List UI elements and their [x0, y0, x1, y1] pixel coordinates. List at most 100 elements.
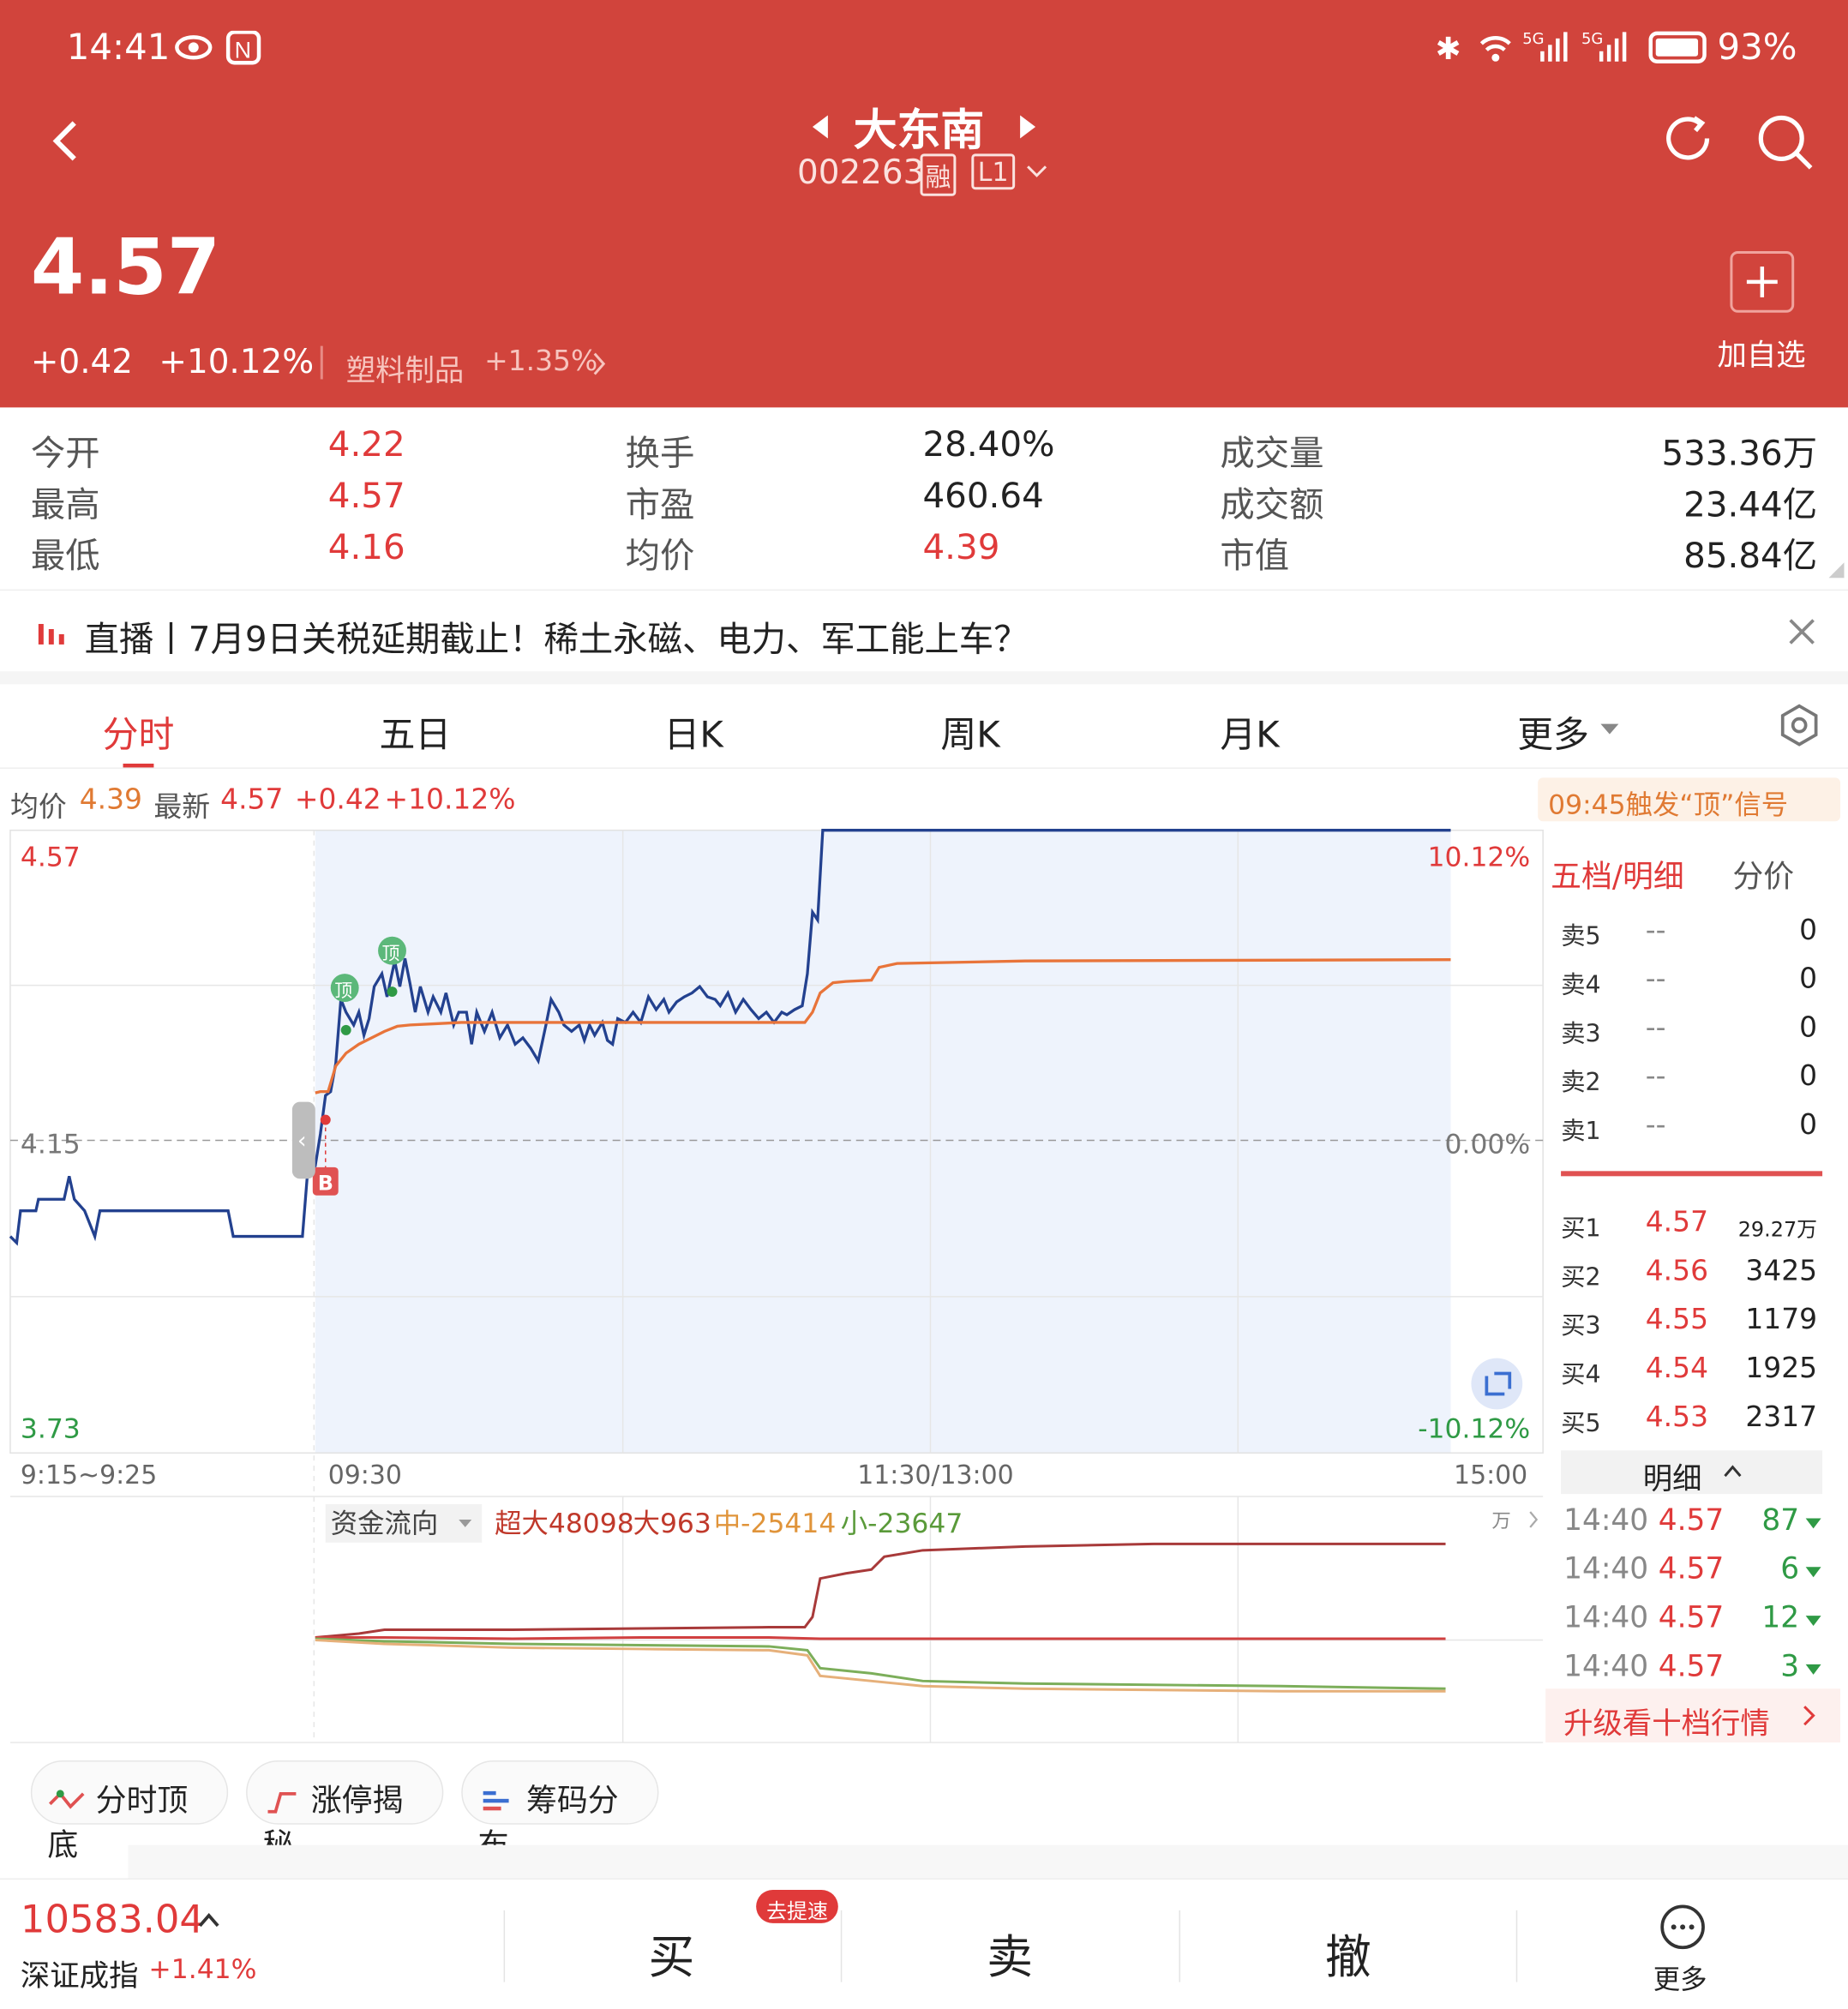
upgrade-banner[interactable]: 升级看十档行情 [1545, 1688, 1841, 1743]
chip-limit-up[interactable]: 涨停揭秘 [246, 1760, 444, 1863]
sell-level: 卖3 [1561, 1019, 1601, 1048]
bottom-trade-bar: 10583.04 深证成指 +1.41% 买 去提速 卖 撤 更多 [0, 1878, 1848, 2009]
caret-down-icon[interactable] [1599, 723, 1620, 735]
chip-chip-distribution[interactable]: 筹码分布 [461, 1760, 659, 1863]
sector-name[interactable]: 塑料制品 [346, 346, 465, 390]
sell-volume: 0 [1799, 1011, 1818, 1045]
chart-tabs: 分时 五日 日K 周K 月K 更多 [0, 684, 1848, 769]
buy-level: 买1 [1561, 1214, 1601, 1244]
index-name[interactable]: 深证成指 [21, 1952, 139, 1995]
buy-row[interactable]: 买5 4.53 2317 [1551, 1394, 1833, 1442]
chart-fill-area [315, 830, 1451, 1454]
high-value: 4.57 [327, 477, 405, 517]
index-value[interactable]: 10583.04 [21, 1898, 204, 1942]
flow-selector[interactable]: 资金流向 [331, 1508, 439, 1539]
pct-axis-top: 10.12% [1428, 843, 1531, 873]
add-watchlist-label[interactable]: 加自选 [1717, 331, 1805, 375]
news-text[interactable]: 直播丨7月9日关税延期截止！稀土永磁、电力、军工能上车？ [85, 611, 1029, 661]
chevron-right-icon[interactable] [592, 351, 608, 377]
add-watchlist-button[interactable] [1730, 251, 1795, 313]
close-icon[interactable] [1786, 616, 1817, 647]
tab-more[interactable]: 更多 [1517, 707, 1589, 759]
tab-price-dist[interactable]: 分价 [1732, 851, 1794, 896]
news-banner[interactable]: 直播丨7月9日关税延期截止！稀土永磁、电力、军工能上车？ [0, 589, 1848, 675]
prev-stock-icon[interactable] [810, 113, 831, 141]
trade-time: 14:40 [1563, 1601, 1649, 1635]
open-value: 4.22 [327, 425, 405, 465]
sell-row[interactable]: 卖1 -- 0 [1551, 1102, 1833, 1151]
low-value: 4.16 [327, 527, 405, 568]
trade-time: 14:40 [1563, 1504, 1649, 1538]
svg-text:‹: ‹ [297, 1127, 307, 1154]
buy-level: 买3 [1561, 1311, 1601, 1340]
trade-volume: 6 [1780, 1552, 1800, 1586]
battery-level: 93% [1717, 25, 1797, 69]
sell-button[interactable]: 卖 [987, 1921, 1033, 1988]
buy-row[interactable]: 买1 4.57 29.27万 [1551, 1199, 1833, 1248]
buy-volume: 1925 [1745, 1352, 1818, 1385]
price-axis-mid: 4.15 [21, 1129, 81, 1160]
time-label-noon: 11:30/13:00 [857, 1460, 1013, 1490]
sell-side-icon [1805, 1518, 1821, 1529]
avg-label: 均价 [625, 537, 695, 577]
sell-price: -- [1645, 963, 1666, 996]
cancel-button[interactable]: 撤 [1325, 1921, 1371, 1988]
sell-row[interactable]: 卖3 -- 0 [1551, 1004, 1833, 1053]
trade-price: 4.57 [1658, 1504, 1725, 1538]
chevron-down-icon[interactable] [1025, 164, 1048, 179]
buy-row[interactable]: 买4 4.54 1925 [1551, 1346, 1833, 1394]
speedup-badge[interactable]: 去提速 [756, 1889, 838, 1923]
top-marker-2[interactable]: 顶 [382, 944, 400, 964]
sector-pct[interactable]: +1.35% [484, 346, 597, 378]
amount-value: 23.44亿 [1683, 485, 1818, 525]
buy-volume: 3425 [1745, 1256, 1818, 1288]
flow-super-line [315, 1542, 1446, 1639]
detail-header[interactable]: 明细 [1561, 1450, 1823, 1496]
order-book: 五档/明细 分价 卖5 -- 0 卖4 -- 0 卖3 -- 0 卖2 -- 0 卖1 -- 0 买1 4.5… [1545, 833, 1841, 1743]
amount-label: 成交额 [1220, 485, 1324, 525]
svg-text:5G: 5G [1522, 30, 1544, 48]
chip-intraday-top-bottom[interactable]: 分时顶底 [30, 1760, 229, 1863]
tab-weekly-k[interactable]: 周K [940, 707, 999, 759]
tab-monthly-k[interactable]: 月K [1220, 707, 1279, 759]
volume-label: 成交量 [1220, 434, 1324, 475]
tab-order-book[interactable]: 五档/明细 [1551, 851, 1684, 896]
top-marker-1[interactable]: 顶 [334, 981, 352, 1001]
sell-side-icon [1805, 1567, 1821, 1578]
sell-row[interactable]: 卖5 -- 0 [1551, 907, 1833, 956]
next-stock-icon[interactable] [1017, 113, 1038, 141]
time-label-open: 09:30 [328, 1460, 402, 1490]
chevron-right-icon[interactable] [1802, 1704, 1817, 1727]
sell-row[interactable]: 卖2 -- 0 [1551, 1053, 1833, 1102]
stock-name: 大东南 [853, 105, 985, 157]
chevron-up-icon[interactable] [1722, 1463, 1743, 1478]
buy-marker-label[interactable]: B [318, 1172, 333, 1196]
sell-row[interactable]: 卖4 -- 0 [1551, 956, 1833, 1004]
limit-up-icon [267, 1791, 297, 1814]
fullscreen-button[interactable] [1471, 1358, 1523, 1410]
buy-row[interactable]: 买3 4.55 1179 [1551, 1297, 1833, 1346]
buy-button[interactable]: 买 [649, 1921, 695, 1988]
flow-mid-line [315, 1638, 1446, 1693]
detail-label[interactable]: 明细 [1643, 1454, 1702, 1498]
search-icon[interactable] [1755, 113, 1815, 172]
back-icon[interactable] [46, 118, 85, 165]
tab-intraday[interactable]: 分时 [103, 707, 175, 759]
trade-detail-row: 14:40 4.57 3 [1551, 1645, 1833, 1694]
trade-volume: 87 [1761, 1504, 1800, 1538]
more-label[interactable]: 更多 [1653, 1959, 1707, 1998]
buy-volume: 1179 [1745, 1304, 1818, 1337]
trend-icon [48, 1790, 85, 1809]
tab-five-day[interactable]: 五日 [380, 707, 452, 759]
tab-daily-k[interactable]: 日K [663, 707, 723, 759]
more-icon[interactable] [1659, 1903, 1707, 1952]
plus-icon [1746, 266, 1778, 297]
status-icons: ✱ 5G 5G [1436, 30, 1707, 67]
upgrade-text[interactable]: 升级看十档行情 [1563, 1699, 1770, 1742]
pct-axis-bottom: -10.12% [1418, 1413, 1530, 1444]
settings-icon[interactable] [1776, 702, 1822, 748]
refresh-icon[interactable] [1661, 113, 1718, 170]
buy-level: 买2 [1561, 1262, 1601, 1292]
expand-corner-icon[interactable] [1827, 561, 1845, 579]
buy-row[interactable]: 买2 4.56 3425 [1551, 1248, 1833, 1297]
